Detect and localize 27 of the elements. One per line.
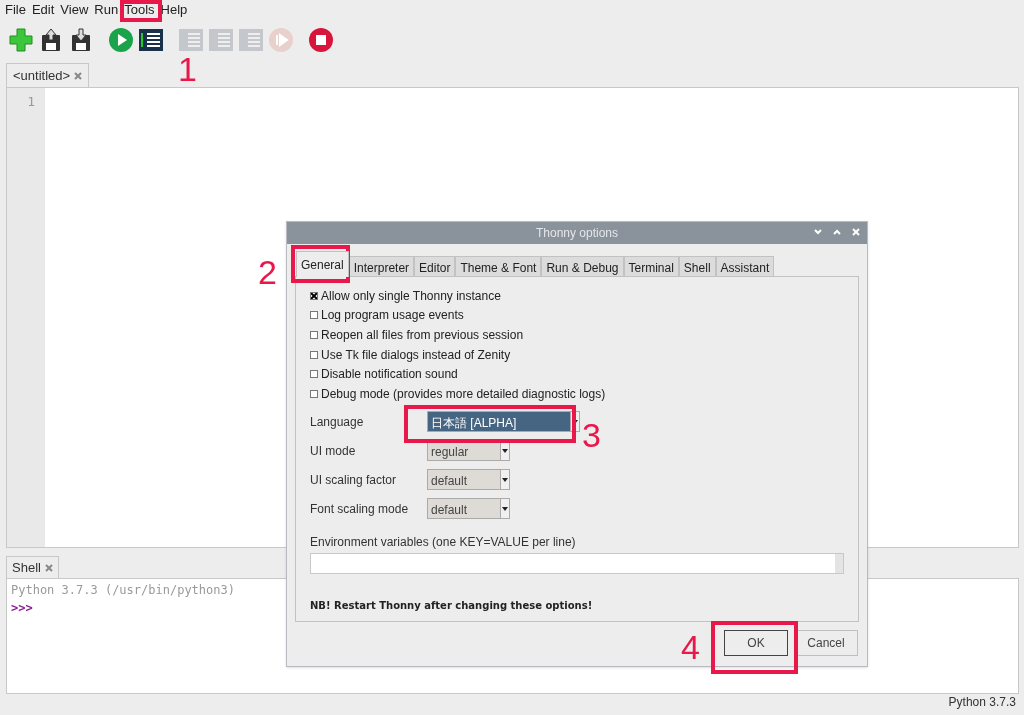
checkbox-label: Disable notification sound (321, 366, 458, 384)
annotation-number: 4 (681, 630, 700, 664)
dropdown-value: regular (430, 444, 470, 461)
dialog-title: Thonny options (535, 225, 619, 242)
field-label: UI mode (310, 442, 357, 460)
dropdown-value: default (430, 473, 469, 490)
checkbox-label: Allow only single Thonny instance (321, 287, 501, 305)
tab-label: Shell (12, 558, 41, 577)
dropdown-value: 日本語 [ALPHA] (430, 415, 518, 432)
status-text: Python 3.7.3 (948, 695, 1016, 709)
tab-label: <untitled> (13, 66, 71, 85)
shell-prompt-text: >>> (11, 600, 33, 617)
shell-banner-text: Python 3.7.3 (/usr/bin/python3) (11, 582, 235, 599)
restart-note: NB! Restart Thonny after changing these options! (310, 598, 594, 613)
annotation-number: 2 (258, 255, 277, 289)
checkbox-label: Debug mode (provides more detailed diagnostic logs) (321, 385, 606, 403)
checkbox-label: Log program usage events (321, 307, 464, 325)
field-label: Language (310, 413, 365, 431)
annotation-number: 3 (582, 418, 601, 452)
dropdown-value: default (430, 502, 469, 519)
field-label: Environment variables (one KEY=VALUE per line) (310, 533, 577, 551)
line-number: 1 (27, 93, 35, 111)
checkbox-label: Reopen all files from previous session (321, 327, 524, 344)
field-label: UI scaling factor (310, 471, 398, 489)
annotation-number: 1 (178, 52, 197, 86)
checkbox-label: Use Tk file dialogs instead of Zenity (321, 346, 511, 364)
field-label: Font scaling mode (310, 500, 410, 518)
